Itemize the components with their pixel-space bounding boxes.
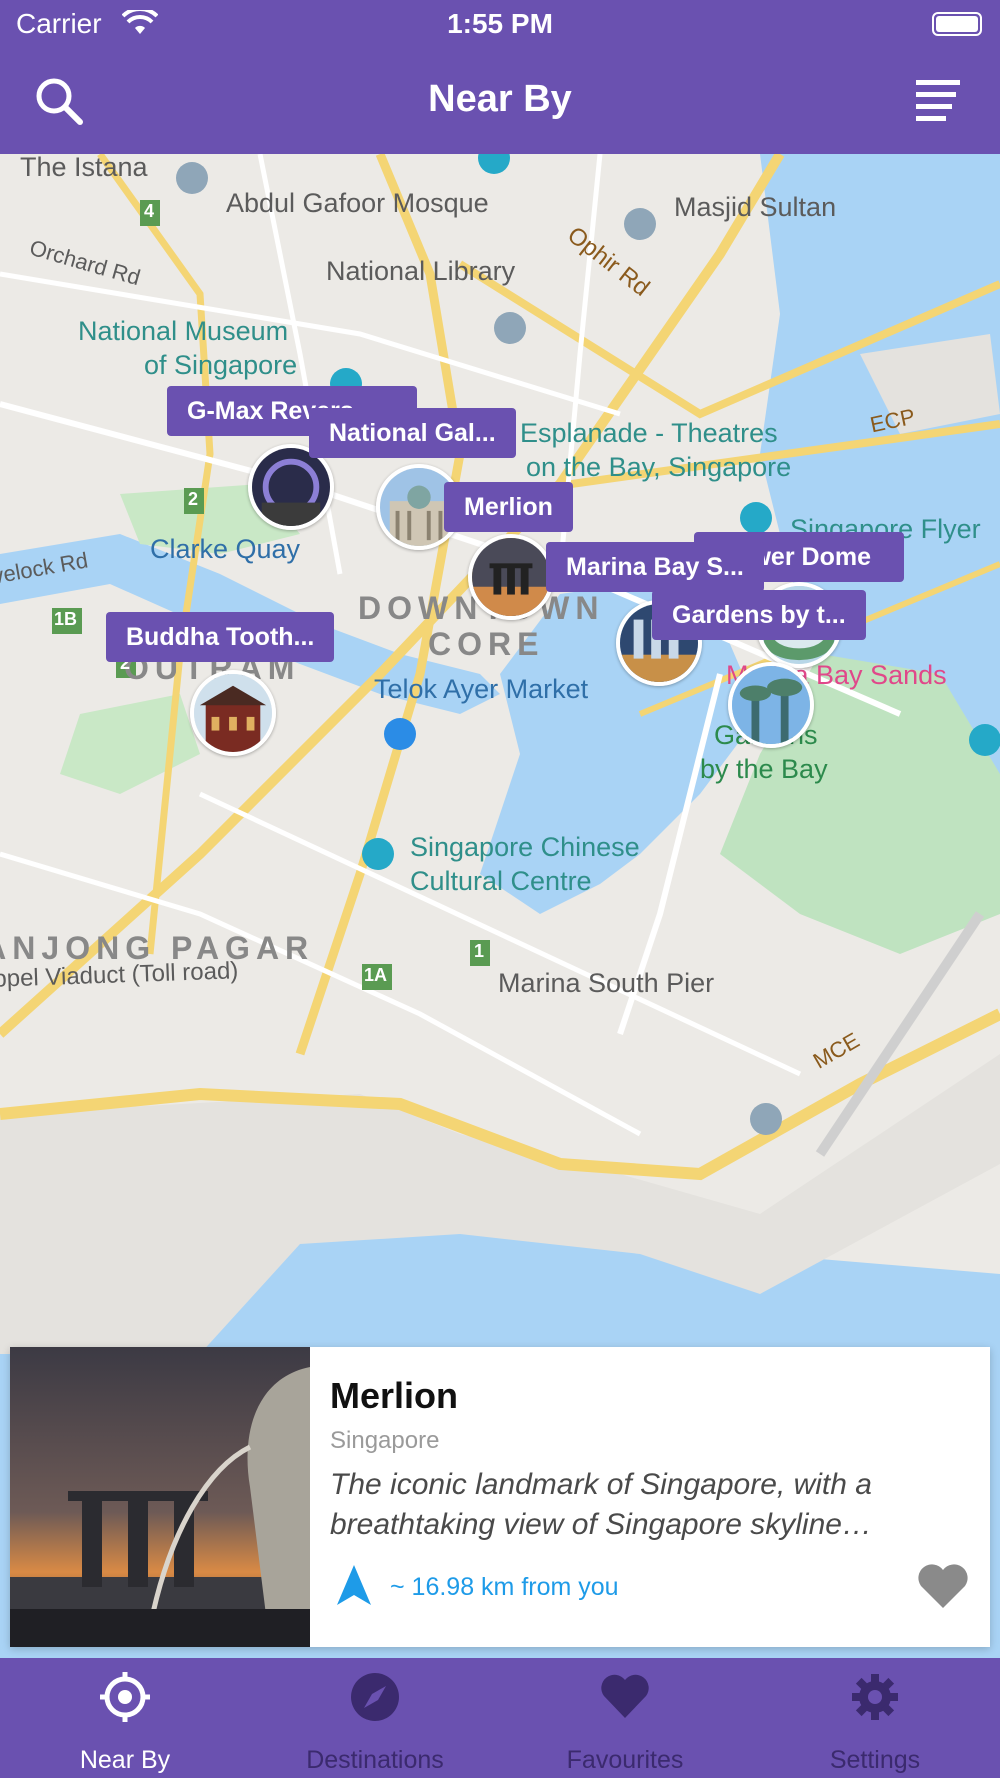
map-label-clarke: Clarke Quay [150, 534, 301, 564]
list-icon[interactable] [916, 78, 966, 124]
place-detail-card[interactable]: Merlion Singapore The iconic landmark of… [10, 1347, 990, 1647]
exit-label: 1A [364, 965, 388, 985]
map-label-masjid: Masjid Sultan [674, 192, 837, 222]
place-pin-label[interactable]: Marina Bay S... [546, 542, 764, 592]
map-label-museum-2: of Singapore [144, 350, 298, 380]
distance-label: ~ 16.98 km from you [390, 1573, 619, 1601]
crosshair-icon [100, 1672, 150, 1722]
tab-favourites[interactable]: Favourites [500, 1658, 750, 1778]
map-label-tanjong: TANJONG PAGAR [0, 930, 315, 966]
tab-near-by[interactable]: Near By [0, 1658, 250, 1778]
place-pin-label[interactable]: Buddha Tooth... [106, 612, 335, 662]
page-title: Near By [428, 78, 572, 120]
tab-settings[interactable]: Settings [750, 1658, 1000, 1778]
exit-label: 1 [474, 941, 485, 961]
place-pin-label[interactable]: National Gal... [309, 408, 516, 458]
status-bar: Carrier 1:55 PM [0, 0, 1000, 50]
map-label-gardens-2: by the Bay [700, 754, 828, 784]
place-pin-photo[interactable] [468, 534, 554, 620]
place-pin-label[interactable]: Merlion [444, 482, 573, 532]
place-pin-label[interactable]: Gardens by t... [652, 590, 866, 640]
navigation-bar: Near By [0, 50, 1000, 154]
map-label-library: National Library [326, 256, 516, 286]
exit-label: 2 [188, 489, 199, 509]
gear-icon [852, 1674, 898, 1720]
location-arrow-icon [337, 1565, 371, 1605]
map-label-museum-1: National Museum [78, 316, 289, 346]
battery-icon [932, 12, 982, 36]
place-name: Merlion [330, 1375, 459, 1416]
clock: 1:55 PM [447, 8, 553, 39]
map-label-chinese-2: Cultural Centre [410, 866, 592, 896]
tab-label: Near By [79, 1746, 171, 1774]
map-label-esplanade-2: on the Bay, Singapore [526, 452, 792, 482]
place-photo [10, 1347, 310, 1647]
tab-destinations[interactable]: Destinations [250, 1658, 500, 1778]
place-location: Singapore [330, 1427, 440, 1454]
heart-icon[interactable] [916, 1562, 970, 1610]
place-description: The iconic landmark of Singapore, with a… [330, 1468, 872, 1541]
map-label-mosque: Abdul Gafoor Mosque [226, 188, 489, 218]
exit-label: 4 [144, 201, 155, 221]
map-label-telok: Telok Ayer Market [374, 674, 589, 704]
heart-icon [601, 1674, 649, 1718]
map-label-core: CORE [428, 626, 545, 662]
compass-icon [351, 1673, 399, 1721]
place-pin-photo[interactable] [728, 662, 814, 748]
place-pin-photo[interactable] [190, 670, 276, 756]
map-label-esplanade-1: Esplanade - Theatres [520, 418, 778, 448]
tab-bar: Near By Destinations Favourites Settings [0, 1658, 1000, 1778]
exit-label: 1B [54, 609, 78, 629]
map-label-pier: Marina South Pier [498, 968, 715, 998]
tab-label: Settings [829, 1746, 921, 1774]
map-label-istana: The Istana [20, 154, 148, 182]
tab-label: Destinations [306, 1746, 444, 1774]
map-label-chinese-1: Singapore Chinese [410, 832, 640, 862]
tab-label: Favourites [566, 1746, 684, 1774]
